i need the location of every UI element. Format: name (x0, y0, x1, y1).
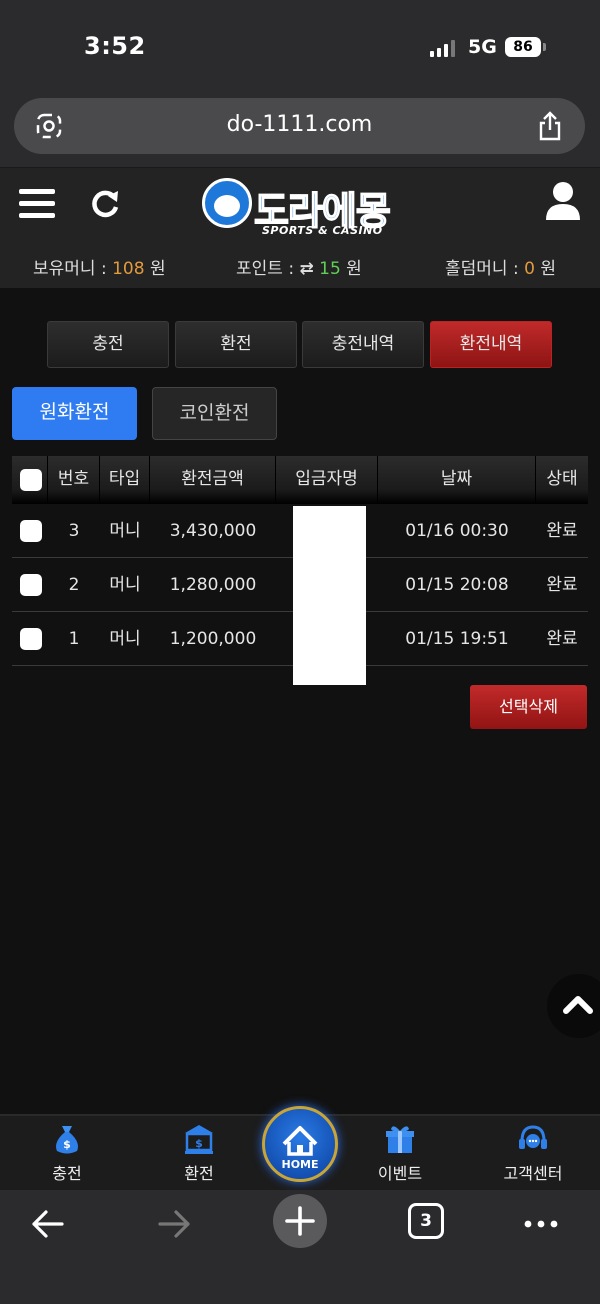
scroll-top-button[interactable] (547, 974, 600, 1038)
url-text[interactable]: do-1111.com (14, 112, 585, 137)
headset-icon (519, 1125, 547, 1149)
select-all-checkbox[interactable] (20, 469, 42, 491)
nav-charge[interactable]: $ 충전 (22, 1122, 112, 1184)
row-date: 01/15 19:51 (405, 629, 509, 649)
row-no: 3 (68, 521, 80, 541)
money-balance: 보유머니 : 108 원 (33, 259, 166, 279)
network-label: 5G (468, 36, 497, 58)
redaction-box (293, 506, 366, 685)
row-amount: 1,280,000 (169, 575, 257, 595)
tab-exchange-history[interactable]: 환전내역 (430, 321, 552, 368)
new-tab-plus-icon[interactable] (273, 1194, 327, 1248)
row-status: 완료 (546, 521, 578, 541)
more-dots-icon[interactable] (521, 1204, 561, 1244)
row-checkbox[interactable] (20, 520, 42, 542)
row-type: 머니 (109, 629, 141, 649)
row-type: 머니 (109, 521, 141, 541)
row-type: 머니 (109, 575, 141, 595)
money-value: 108 (112, 259, 145, 279)
bank-icon: $ (185, 1125, 213, 1154)
delete-selected-button[interactable]: 선택삭제 (470, 685, 587, 729)
row-no: 1 (68, 629, 80, 649)
nav-exchange[interactable]: $ 환전 (154, 1122, 244, 1184)
row-checkbox[interactable] (20, 628, 42, 650)
svg-text:$: $ (63, 1138, 71, 1151)
nav-event[interactable]: 이벤트 (355, 1122, 445, 1184)
back-arrow-icon[interactable] (28, 1204, 68, 1244)
header-status: 상태 (546, 469, 578, 489)
forward-arrow-icon[interactable] (154, 1204, 194, 1244)
nav-support[interactable]: 고객센터 (488, 1122, 578, 1184)
row-date: 01/15 20:08 (405, 575, 509, 595)
battery-icon: 86 (505, 37, 546, 57)
row-status: 완료 (546, 575, 578, 595)
header-depositor: 입금자명 (276, 456, 378, 504)
money-bag-icon: $ (56, 1126, 78, 1154)
coin-exchange-tab[interactable]: 코인환전 (152, 387, 277, 440)
refresh-icon[interactable] (88, 187, 122, 221)
row-amount: 1,200,000 (169, 629, 257, 649)
home-label: HOME (281, 1158, 319, 1171)
row-amount: 3,430,000 (169, 521, 257, 541)
tab-charge-history[interactable]: 충전내역 (302, 321, 424, 368)
browser-address-area: do-1111.com (0, 92, 600, 168)
row-checkbox[interactable] (20, 574, 42, 596)
convert-arrows-icon[interactable]: ⇄ (299, 259, 313, 279)
header-amount: 환전금액 (150, 456, 276, 504)
row-date: 01/16 00:30 (405, 521, 509, 541)
header-no: 번호 (48, 456, 100, 504)
holdem-balance: 홀덤머니 : 0 원 (445, 259, 556, 279)
nav-home-button[interactable]: HOME (262, 1106, 338, 1182)
point-balance: 포인트 : ⇄ 15 원 (236, 259, 362, 279)
won-exchange-tab[interactable]: 원화환전 (12, 387, 137, 440)
hamburger-menu-icon[interactable] (19, 189, 55, 219)
row-status: 완료 (546, 629, 578, 649)
doraemon-mascot-icon (202, 178, 252, 228)
status-bar: 3:52 5G 86 (0, 0, 600, 92)
gift-icon (386, 1126, 414, 1153)
logo-subtitle: SPORTS & CASINO (262, 224, 383, 237)
site-logo[interactable]: 도라에몽 SPORTS & CASINO (202, 178, 402, 240)
row-no: 2 (68, 575, 80, 595)
svg-text:$: $ (195, 1137, 203, 1150)
header-type: 타입 (100, 456, 150, 504)
status-time: 3:52 (84, 32, 146, 60)
header-date: 날짜 (378, 456, 536, 504)
holdem-value: 0 (524, 259, 535, 279)
tab-charge[interactable]: 충전 (47, 321, 169, 368)
tab-exchange[interactable]: 환전 (175, 321, 297, 368)
address-bar[interactable]: do-1111.com (14, 98, 585, 154)
table-header: 번호 타입 환전금액 입금자명 날짜 상태 (12, 456, 588, 504)
browser-toolbar: 3 (0, 1190, 600, 1304)
share-icon[interactable] (537, 111, 563, 141)
chevron-up-icon (563, 996, 593, 1014)
user-icon[interactable] (545, 181, 581, 221)
signal-icon (430, 40, 455, 57)
point-value: 15 (319, 259, 341, 279)
tabs-count-icon[interactable]: 3 (408, 1203, 444, 1239)
